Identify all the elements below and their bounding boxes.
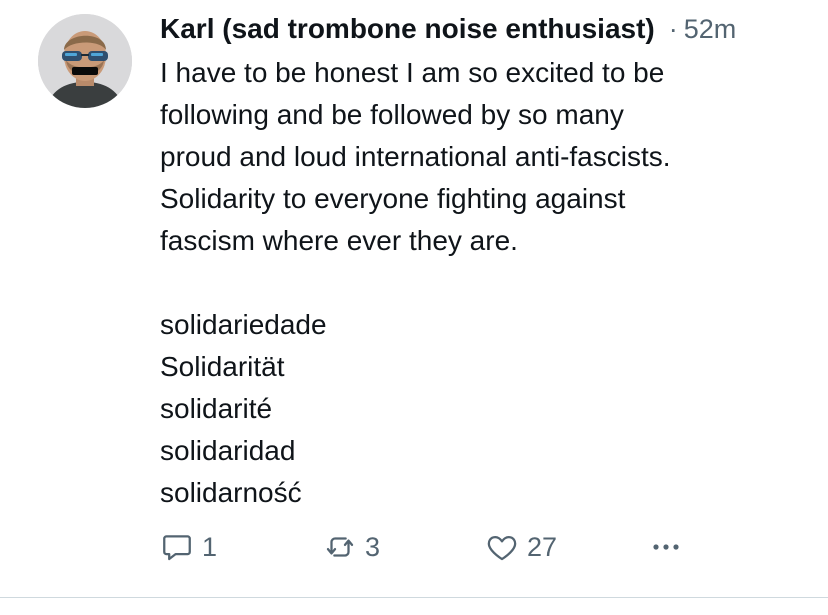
more-icon [653,544,679,550]
tweet-header: Karl (sad trombone noise enthusiast) · 52… [160,10,810,48]
more-button[interactable] [648,527,684,567]
retweet-icon [326,537,354,557]
like-button[interactable]: 27 [485,527,557,567]
reply-button[interactable]: 1 [160,527,217,567]
tweet[interactable]: Karl (sad trombone noise enthusiast) · 52… [0,0,828,598]
tweet-meta: · 52m [669,10,737,48]
timestamp[interactable]: 52m [684,14,737,44]
like-count: 27 [527,531,558,562]
avatar[interactable] [38,14,132,108]
meta-separator: · [668,14,678,44]
retweet-button[interactable]: 3 [323,527,380,567]
avatar-image [38,14,132,108]
action-bar: 1 3 27 [160,527,700,567]
retweet-count: 3 [365,531,381,562]
reply-count: 1 [202,531,218,562]
author-name[interactable]: Karl (sad trombone noise enthusiast) [160,10,655,48]
divider [0,597,828,598]
tweet-text: I have to be honest I am so excited to b… [160,57,671,508]
tweet-content: Karl (sad trombone noise enthusiast) · 52… [160,10,810,514]
heart-icon [487,535,517,561]
reply-icon [163,535,191,561]
